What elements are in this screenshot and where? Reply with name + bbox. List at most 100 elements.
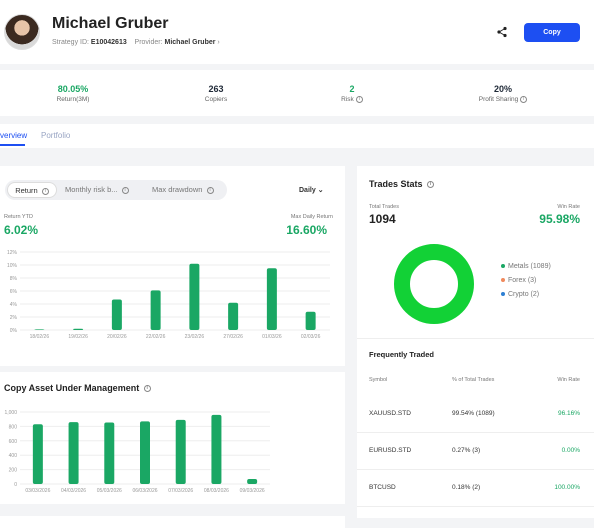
tab-portfolio[interactable]: Portfolio [41, 131, 70, 140]
tab-overview[interactable]: verview [0, 131, 27, 140]
x-tick-label: 09/03/2026 [240, 488, 265, 494]
legend-dot [501, 278, 505, 283]
trades-stats-title: Trades Stats i [369, 179, 435, 189]
chart-bar[interactable] [104, 422, 115, 484]
x-tick-label: 20/02/26 [107, 334, 127, 340]
chart-bar[interactable] [111, 299, 122, 330]
win-rate-value: 95.98% [539, 212, 580, 226]
x-tick-label: 02/03/26 [301, 334, 321, 340]
max-daily-label: Max Daily Return [290, 214, 333, 220]
symbol-cell: BTCUSD [369, 484, 396, 491]
y-tick-label: 400 [9, 453, 18, 459]
x-tick-label: 07/03/2026 [168, 488, 193, 494]
legend-item: Forex (3) [501, 277, 536, 284]
segment-return[interactable]: Return i [7, 182, 57, 198]
chart-bar[interactable] [73, 328, 84, 330]
y-tick-label: 0% [10, 328, 18, 334]
legend-dot [501, 264, 505, 269]
trades-donut-chart [394, 244, 474, 324]
y-tick-label: 0 [14, 482, 17, 488]
chart-bar[interactable] [68, 422, 79, 484]
chart-bar[interactable] [228, 302, 239, 330]
trades-stats-title-text: Trades Stats [369, 179, 423, 189]
aum-card: Copy Asset Under Management i 0 200 400 600… [0, 372, 345, 504]
segment-monthly-risk-label: Monthly risk b... [65, 185, 118, 194]
info-icon[interactable]: i [427, 181, 435, 189]
x-tick-label: 27/02/26 [223, 334, 243, 340]
chart-bar[interactable] [211, 414, 222, 484]
provider-label: Provider: [134, 39, 163, 46]
aum-title: Copy Asset Under Management i [4, 383, 151, 393]
chart-bar[interactable] [247, 478, 258, 484]
tab-active-indicator [0, 144, 25, 146]
chevron-right-icon[interactable]: › [217, 39, 219, 46]
share-icon[interactable] [496, 26, 508, 38]
segment-return-label: Return [15, 186, 38, 195]
stat-return: 80.05% Return(3M) [18, 84, 128, 103]
info-icon[interactable]: i [355, 96, 363, 103]
win-rate-cell: 0.00% [561, 447, 580, 454]
y-tick-label: 10% [7, 263, 18, 269]
info-icon[interactable]: i [143, 385, 151, 393]
y-tick-label: 800 [9, 424, 18, 430]
y-tick-label: 6% [10, 289, 18, 295]
total-trades-value: 1094 [369, 212, 396, 226]
info-icon[interactable]: i [520, 96, 528, 103]
stat-profit-label: Profit Sharing [478, 96, 519, 104]
segment-monthly-risk[interactable]: Monthly risk b... i [65, 180, 129, 200]
total-trades-label: Total Trades [369, 204, 399, 210]
chart-bar[interactable] [32, 424, 43, 484]
provider-name: Michael Gruber [52, 15, 169, 32]
stat-copiers-label: Copiers [204, 96, 228, 103]
row-divider [357, 469, 594, 470]
strategy-meta: Strategy ID: E10042613 Provider: Michael… [52, 39, 220, 46]
x-tick-label: 06/03/2026 [132, 488, 157, 494]
col-symbol: Symbol [369, 377, 388, 383]
x-tick-label: 01/03/26 [262, 334, 282, 340]
chart-bar[interactable] [175, 419, 186, 484]
legend-label: Forex (3) [508, 277, 537, 284]
stat-risk: 2 Risk i [297, 84, 407, 103]
info-icon: i [121, 186, 129, 194]
tab-bar: verview Portfolio [0, 124, 594, 148]
win-rate-label: Win Rate [557, 204, 580, 210]
segment-max-drawdown[interactable]: Max drawdown i [152, 180, 214, 200]
chart-bar[interactable] [140, 421, 150, 484]
segment-max-drawdown-label: Max drawdown [152, 185, 203, 194]
chart-bar[interactable] [150, 290, 161, 330]
stat-risk-label: Risk [341, 96, 354, 104]
y-tick-label: 4% [10, 302, 18, 308]
trades-stats-card: Trades Stats i Total Trades 1094 Win Rat… [357, 166, 594, 518]
legend-label: Crypto (2) [508, 291, 540, 298]
x-tick-label: 23/02/26 [185, 334, 205, 340]
metric-segmented-control: Return i Monthly risk b... i Max drawdow… [5, 180, 227, 200]
legend-item: Metals (1089) [501, 263, 551, 270]
profile-header: Michael Gruber Strategy ID: E10042613 Pr… [0, 0, 594, 64]
win-rate-cell: 96.16% [557, 410, 580, 417]
stat-profit-sharing: 20% Profit Sharing i [448, 84, 558, 103]
chart-bar[interactable] [266, 268, 277, 330]
info-icon: i [41, 187, 49, 195]
symbol-cell: XAUUSD.STD [369, 410, 411, 417]
win-rate-cell: 100.00% [554, 484, 580, 491]
chart-bar[interactable] [305, 311, 316, 330]
period-label: Daily [299, 187, 316, 194]
provider-link[interactable]: Michael Gruber [165, 39, 216, 46]
strategy-id: E10042613 [90, 39, 127, 46]
x-tick-label: 22/02/26 [146, 334, 166, 340]
chart-bar[interactable] [34, 329, 45, 330]
legend-dot [501, 292, 505, 297]
aum-bar-chart: 0 200 400 600 800 1,000 03/03/2026 04/03/2026 05… [4, 410, 270, 494]
copy-button[interactable]: Copy [524, 23, 580, 42]
avatar[interactable] [4, 14, 40, 50]
period-select[interactable]: Daily ⌄ [299, 186, 324, 194]
stat-copiers: 263 Copiers [161, 84, 271, 103]
x-tick-label: 18/02/26 [30, 334, 50, 340]
strategy-label: Strategy ID: [52, 39, 89, 46]
chart-bar[interactable] [189, 263, 200, 330]
return-ytd-label: Return YTD [4, 214, 33, 220]
x-tick-label: 05/03/2026 [97, 488, 122, 494]
y-tick-label: 600 [9, 439, 18, 445]
row-divider [357, 432, 594, 433]
frequently-traded-title: Frequently Traded [369, 350, 435, 359]
